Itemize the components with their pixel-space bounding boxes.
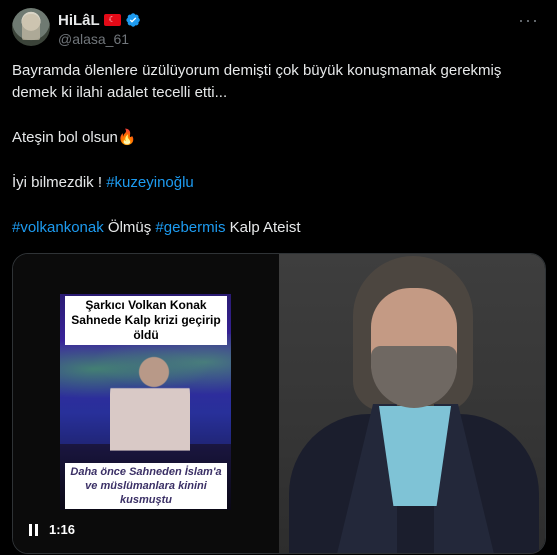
turkey-flag-icon: ☾: [103, 14, 121, 26]
tweet-line-2: Ateşin bol olsun🔥: [12, 127, 542, 149]
portrait-photo[interactable]: [279, 254, 545, 553]
tweet-word-olmus: Ölmüş: [103, 219, 156, 236]
verified-badge-icon: [126, 13, 140, 27]
avatar[interactable]: [12, 8, 50, 46]
fire-emoji-icon: 🔥: [117, 129, 137, 146]
media-container[interactable]: Şarkıcı Volkan Konak Sahnede Kalp krizi …: [12, 253, 546, 554]
tweet-line-4: #volkankonak Ölmüş #gebermis Kalp Ateist: [12, 217, 542, 239]
author-name-row: HiLâL ☾: [58, 11, 141, 29]
video-controls: 1:16: [29, 522, 75, 537]
video-time: 1:16: [49, 522, 76, 537]
tweet-text: Bayramda ölenlere üzülüyorum demişti çok…: [12, 60, 542, 239]
tweet-word-kalp-ateist: Kalp Ateist: [225, 219, 301, 236]
display-name[interactable]: HiLâL: [58, 12, 100, 29]
singer-figure: [110, 354, 190, 474]
video-caption-bottom: Daha önce Sahneden İslam'a ve müslümanla…: [65, 463, 227, 509]
tweet-line-3-text: İyi bilmezdik !: [12, 174, 107, 191]
pause-icon[interactable]: [29, 523, 39, 536]
more-options-icon[interactable]: ···: [518, 10, 539, 31]
hashtag-gebermis[interactable]: #gebermis: [155, 219, 225, 236]
hashtag-kuzeyinoglu[interactable]: #kuzeyinoğlu: [106, 174, 194, 191]
tweet[interactable]: HiLâL ☾ @alasa_61 ··· Bayramda ölenlere …: [0, 0, 557, 555]
tweet-line-3: İyi bilmezdik ! #kuzeyinoğlu: [12, 172, 542, 194]
video-player[interactable]: Şarkıcı Volkan Konak Sahnede Kalp krizi …: [13, 254, 279, 553]
author-handle[interactable]: @alasa_61: [58, 31, 129, 47]
tweet-line-1: Bayramda ölenlere üzülüyorum demişti çok…: [12, 62, 502, 101]
tweet-line-2-text: Ateşin bol olsun: [12, 129, 118, 146]
hashtag-volkankonak[interactable]: #volkankonak: [12, 219, 104, 236]
video-caption-top: Şarkıcı Volkan Konak Sahnede Kalp krizi …: [65, 296, 227, 345]
